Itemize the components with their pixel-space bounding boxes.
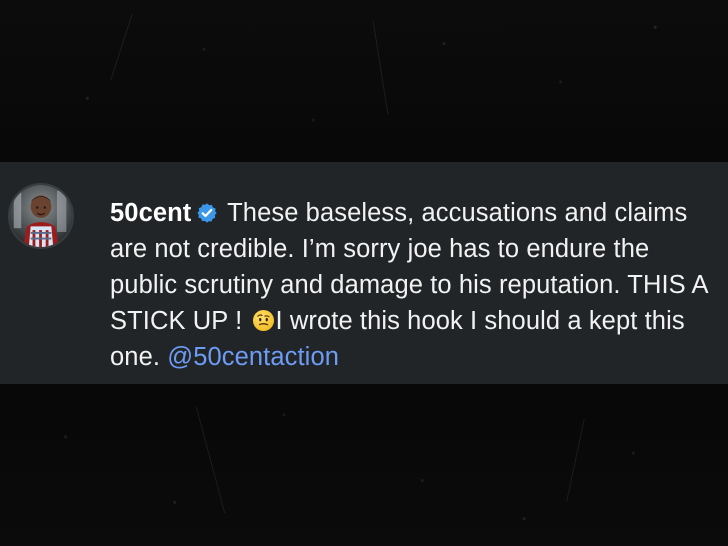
- verified-badge-icon: [197, 203, 218, 223]
- background-scratch: [566, 418, 585, 502]
- comment-text: 50cent These baseless, accusations and c…: [110, 195, 710, 375]
- background-scratch: [195, 406, 226, 514]
- mention-link[interactable]: @50centaction: [167, 343, 339, 371]
- profile-avatar[interactable]: [8, 183, 74, 249]
- background-scratch: [372, 20, 389, 115]
- child-portrait-image: [10, 185, 72, 247]
- screenshot-background: 50cent These baseless, accusations and c…: [0, 0, 728, 546]
- raised-eyebrow-emoji-icon: [252, 309, 274, 332]
- username-link[interactable]: 50cent: [110, 199, 191, 227]
- background-scratch: [110, 13, 133, 81]
